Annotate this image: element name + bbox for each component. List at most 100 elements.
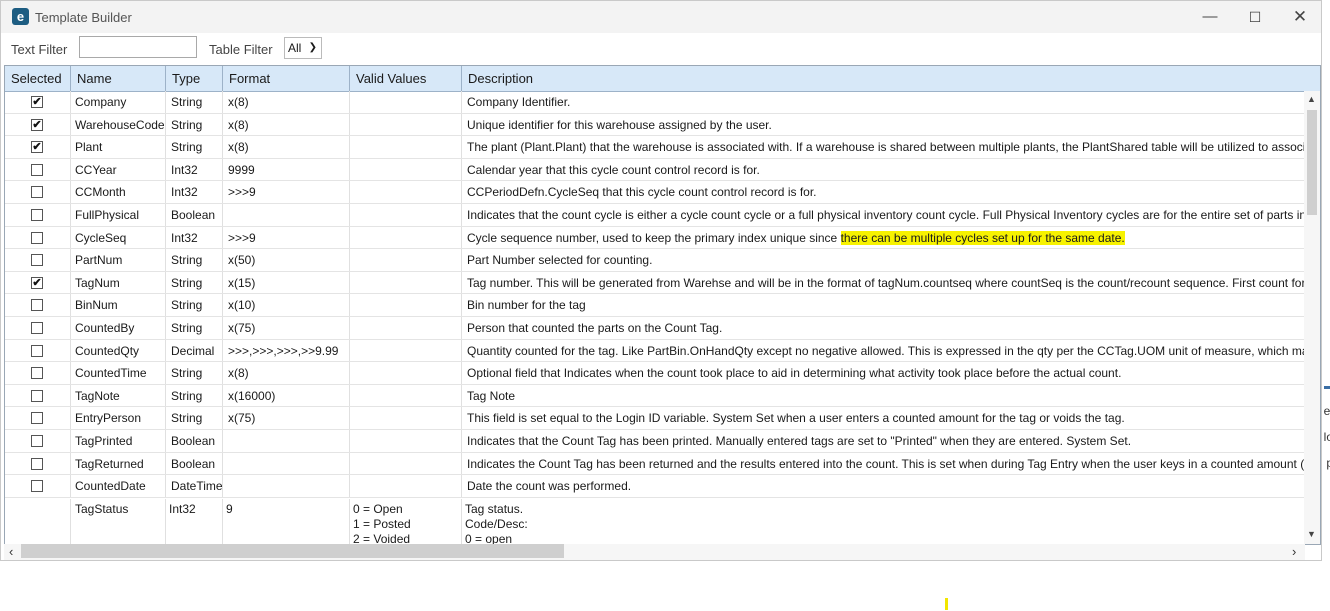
checkbox-unchecked[interactable] <box>31 186 43 199</box>
checkbox-unchecked[interactable] <box>31 344 43 357</box>
checkbox-unchecked[interactable] <box>31 322 43 334</box>
table-row[interactable]: EntryPerson String x(75) This field is set … <box>5 407 1305 430</box>
table-row[interactable]: CountedBy String x(75) Person that counted … <box>5 317 1305 340</box>
table-row[interactable]: TagPrinted Boolean Indicates that the Coun… <box>5 430 1305 453</box>
scroll-down-icon[interactable]: ▼ <box>1307 529 1316 539</box>
cell-selected[interactable] <box>5 407 71 429</box>
cell-selected[interactable] <box>5 475 71 497</box>
checkbox-checked[interactable]: ✔ <box>31 96 43 108</box>
checkbox-unchecked[interactable] <box>31 231 43 244</box>
background-window-edge-right: el lo p <box>1324 380 1330 520</box>
epicor-logo-icon: e <box>12 8 29 25</box>
maximize-icon[interactable]: ☐ <box>1235 5 1275 29</box>
cell-selected[interactable]: ✔ <box>5 91 71 113</box>
table-row[interactable]: CountedQty Decimal >>>,>>>,>>>,>>9.99 Quant… <box>5 339 1305 363</box>
table-row[interactable]: FullPhysical Boolean Indicates that the co… <box>5 204 1305 227</box>
table-row[interactable]: TagNote String x(16000) Tag Note <box>5 384 1305 408</box>
table-row[interactable]: TagStatus Int32 9 0 = Open 1 = Posted 2 … <box>5 499 1305 544</box>
cell-selected[interactable] <box>5 181 71 203</box>
checkbox-unchecked[interactable] <box>31 435 43 447</box>
cell-format: x(8) <box>223 91 350 113</box>
checkbox-unchecked[interactable] <box>31 367 43 380</box>
minimize-icon[interactable]: — <box>1190 5 1230 29</box>
highlighted-text: there can be multiple cycles set up for … <box>840 230 1125 245</box>
cell-selected[interactable]: ✔ <box>5 113 71 136</box>
cell-description: Optional field that Indicates when the c… <box>467 366 1122 381</box>
cell-selected[interactable] <box>5 294 71 316</box>
cell-selected[interactable] <box>5 249 71 271</box>
checkbox-unchecked[interactable] <box>31 254 43 267</box>
valid-value-line: 1 = Posted <box>353 517 411 531</box>
checkbox-unchecked[interactable] <box>31 299 43 312</box>
table-row[interactable]: CycleSeq Int32 >>>9 Cycle sequence number, … <box>5 226 1305 250</box>
cell-type: String <box>166 249 223 271</box>
column-header-name[interactable]: Name <box>71 66 166 91</box>
cell-selected[interactable]: ✔ <box>5 271 71 294</box>
cell-type: Int32 <box>166 158 223 181</box>
cell-selected[interactable] <box>5 452 71 475</box>
table-row[interactable]: CCMonth Int32 >>>9 CCPeriodDefn.CycleSeq th… <box>5 181 1305 204</box>
cell-type: String <box>166 294 223 316</box>
cell-selected[interactable] <box>5 384 71 407</box>
cell-type: String <box>166 136 223 158</box>
cell-type: Boolean <box>166 452 223 475</box>
table-row[interactable]: ✔ WarehouseCode String x(8) Unique identifie… <box>5 113 1305 137</box>
checkbox-unchecked[interactable] <box>31 389 43 402</box>
text-filter-input[interactable] <box>79 36 197 58</box>
column-header-type[interactable]: Type <box>166 66 223 91</box>
cell-name: BinNum <box>71 294 166 316</box>
column-header-format[interactable]: Format <box>223 66 350 91</box>
checkbox-checked[interactable]: ✔ <box>31 276 43 289</box>
checkbox-unchecked[interactable] <box>31 163 43 176</box>
cell-selected[interactable]: ✔ <box>5 136 71 158</box>
table-row[interactable]: TagReturned Boolean Indicates the Count Ta… <box>5 452 1305 476</box>
cell-name: TagNum <box>71 271 166 294</box>
table-row[interactable]: BinNum String x(10) Bin number for the tag <box>5 294 1305 317</box>
table-filter-select[interactable]: All ❯ <box>284 37 322 59</box>
table-row[interactable]: PartNum String x(50) Part Number selected f… <box>5 249 1305 272</box>
table-row[interactable]: CCYear Int32 9999 Calendar year that this c… <box>5 158 1305 182</box>
cell-type: Boolean <box>166 430 223 452</box>
cell-format: x(8) <box>223 136 350 158</box>
checkbox-unchecked[interactable] <box>31 209 43 221</box>
cell-selected[interactable] <box>5 158 71 181</box>
cell-description: Person that counted the parts on the Cou… <box>467 321 723 335</box>
cell-selected[interactable] <box>5 499 71 544</box>
cell-selected[interactable] <box>5 204 71 226</box>
close-icon[interactable]: ✕ <box>1280 5 1320 29</box>
cell-description: Calendar year that this cycle count cont… <box>467 162 760 177</box>
checkbox-unchecked[interactable] <box>31 412 43 425</box>
cell-format: >>>,>>>,>>>,>>9.99 <box>223 339 350 362</box>
column-header-selected[interactable]: Selected <box>5 66 71 91</box>
checkbox-unchecked[interactable] <box>31 480 43 493</box>
cell-description: CCPeriodDefn.CycleSeq that this cycle co… <box>467 185 817 200</box>
scroll-left-icon[interactable]: ‹ <box>9 544 13 559</box>
cell-selected[interactable] <box>5 317 71 339</box>
cell-type: Int32 <box>166 226 223 249</box>
checkbox-checked[interactable]: ✔ <box>31 118 43 131</box>
table-row[interactable]: ✔ TagNum String x(15) Tag number. This will … <box>5 271 1305 295</box>
cell-type: String <box>166 317 223 339</box>
description-line: Code/Desc: <box>465 517 528 531</box>
scroll-up-icon[interactable]: ▲ <box>1307 94 1316 104</box>
cell-selected[interactable] <box>5 430 71 452</box>
checkbox-checked[interactable]: ✔ <box>31 141 43 154</box>
table-row[interactable]: CountedTime String x(8) Optional field that… <box>5 362 1305 385</box>
cell-selected[interactable] <box>5 362 71 384</box>
cell-selected[interactable] <box>5 226 71 249</box>
checkbox-unchecked[interactable] <box>31 457 43 470</box>
column-header-valid-values[interactable]: Valid Values <box>350 66 462 91</box>
column-header-description[interactable]: Description <box>462 66 1305 91</box>
horizontal-scrollbar[interactable]: ‹ › <box>4 544 1305 560</box>
table-row[interactable]: ✔ Company String x(8) Company Identifier. <box>5 91 1305 114</box>
horizontal-scroll-thumb[interactable] <box>21 544 564 558</box>
vertical-scroll-thumb[interactable] <box>1307 110 1317 215</box>
cell-name: TagNote <box>71 384 166 407</box>
table-row[interactable]: CountedDate DateTime Date the count was pe… <box>5 475 1305 498</box>
table-row[interactable]: ✔ Plant String x(8) The plant (Plant.Plant) … <box>5 136 1305 159</box>
vertical-scrollbar[interactable]: ▲ ▼ <box>1304 91 1320 544</box>
cell-type: Int32 <box>166 499 223 544</box>
cell-selected[interactable] <box>5 339 71 362</box>
cell-format: >>>9 <box>223 226 350 249</box>
scroll-right-icon[interactable]: › <box>1292 544 1296 559</box>
